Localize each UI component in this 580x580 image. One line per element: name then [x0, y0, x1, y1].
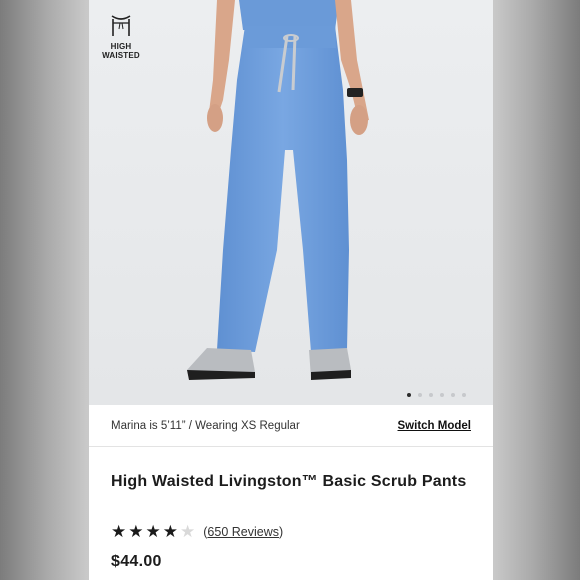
- high-waist-icon: [111, 15, 131, 36]
- badge-line-1: HIGH: [110, 42, 132, 51]
- gallery-pagination: [407, 393, 466, 397]
- star-rating: ★ ★ ★ ★ ★: [111, 523, 195, 541]
- star-icon: ★: [162, 522, 178, 541]
- gallery-dot[interactable]: [440, 393, 444, 397]
- model-photo: [89, 0, 493, 405]
- reviews-paren-close: ): [279, 525, 284, 539]
- gallery-dot[interactable]: [462, 393, 466, 397]
- gallery-dot[interactable]: [429, 393, 433, 397]
- star-empty-icon: ★: [180, 522, 196, 541]
- product-rating: ★ ★ ★ ★ ★ (650 Reviews): [111, 523, 283, 541]
- star-icon: ★: [111, 522, 127, 541]
- product-price: $44.00: [111, 553, 162, 570]
- model-info-text: Marina is 5’11” / Wearing XS Regular: [111, 419, 300, 432]
- high-waisted-badge: HIGH WAISTED: [101, 14, 141, 60]
- gallery-dot[interactable]: [418, 393, 422, 397]
- reviews-count: (650 Reviews): [203, 525, 283, 539]
- star-icon: ★: [128, 522, 144, 541]
- gallery-dot[interactable]: [451, 393, 455, 397]
- product-card: HIGH WAISTED Marina is 5’11” / Wearing X…: [89, 0, 493, 580]
- star-icon: ★: [145, 522, 161, 541]
- product-title: High Waisted Livingston™ Basic Scrub Pan…: [111, 473, 467, 490]
- switch-model-link[interactable]: Switch Model: [398, 420, 471, 432]
- reviews-link[interactable]: 650 Reviews: [207, 525, 279, 539]
- product-image[interactable]: HIGH WAISTED: [89, 0, 493, 405]
- model-info-bar: Marina is 5’11” / Wearing XS Regular Swi…: [89, 405, 493, 447]
- gallery-dot[interactable]: [407, 393, 411, 397]
- badge-line-2: WAISTED: [102, 51, 140, 60]
